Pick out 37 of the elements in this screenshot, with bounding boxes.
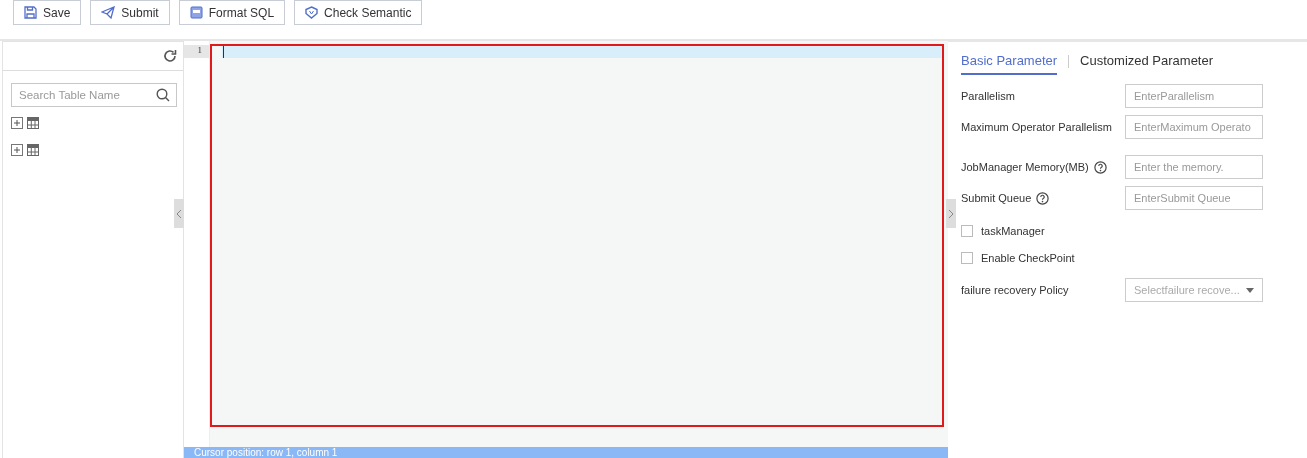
expand-icon[interactable] [11,117,23,129]
checkbox-label: taskManager [981,224,1045,237]
caret-icon [1246,287,1254,293]
table-icon [27,117,39,129]
input-field[interactable]: EnterMaximum Operato [1125,115,1263,139]
expand-icon[interactable] [11,144,23,156]
field-label: failure recovery Policy [961,284,1069,296]
toolbar-button[interactable]: Check Semantic [294,0,423,25]
line-number: 1 [184,45,209,58]
field-label: Parallelism [961,90,1015,102]
save-icon [24,6,37,19]
checkbox[interactable] [961,224,973,237]
field-label: Maximum Operator Parallelism [961,121,1112,133]
help-icon[interactable] [1093,160,1107,174]
refresh-icon[interactable] [163,49,177,63]
checkbox-label: Enable CheckPoint [981,251,1075,264]
status-bar: Cursor position: row 1, column 1 [184,447,948,458]
search-field[interactable]: Search Table Name [11,83,177,107]
field-label: Submit Queue [961,192,1032,204]
toolbar-button[interactable]: Submit [90,0,170,25]
help-icon[interactable] [1036,191,1050,205]
toolbar-button[interactable]: Save [13,0,82,25]
input-field[interactable]: Enter the memory. [1125,155,1263,179]
checkbox[interactable] [961,251,973,264]
input-field[interactable]: EnterParallelism [1125,84,1263,108]
expand-handle[interactable] [946,199,956,228]
send-icon [101,6,116,19]
table-icon [27,144,39,156]
tab[interactable]: Customized Parameter [1080,47,1214,75]
input-field[interactable]: EnterSubmit Queue [1125,186,1263,210]
shield-icon [305,6,319,19]
document-icon [189,6,203,19]
tab[interactable]: Basic Parameter [961,47,1058,75]
collapse-handle[interactable] [174,199,184,228]
field-label: JobManager Memory(MB) [961,161,1089,173]
search-icon [156,88,170,102]
toolbar-button[interactable]: Format SQL [178,0,286,25]
